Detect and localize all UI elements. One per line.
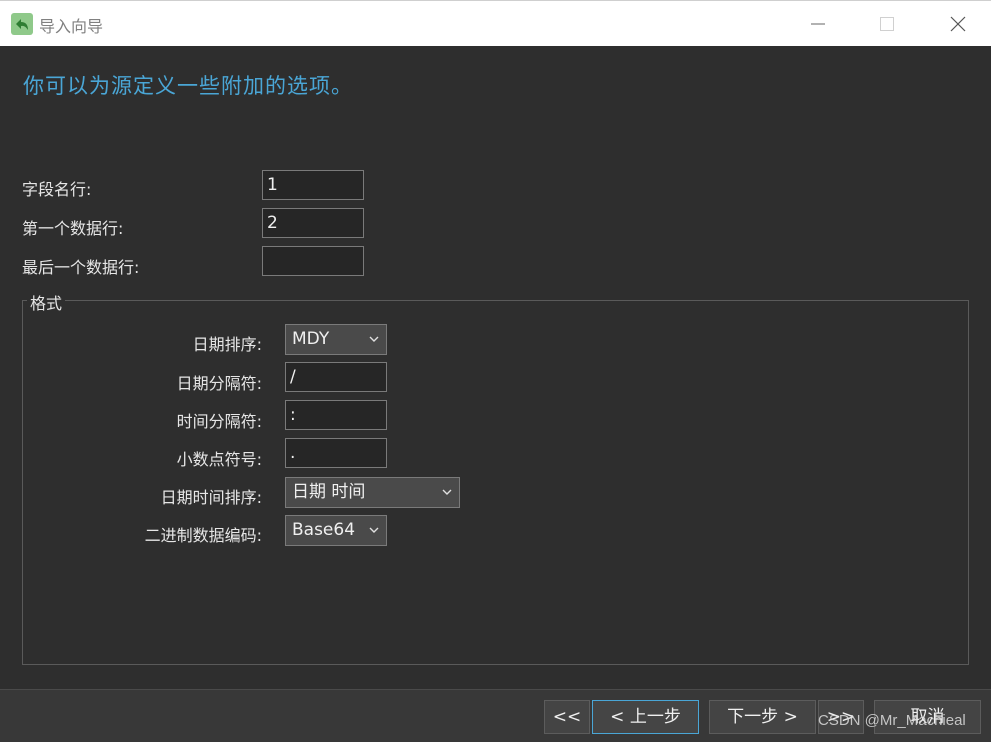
import-wizard-icon (11, 13, 33, 35)
maximize-button[interactable] (864, 1, 910, 47)
chevron-down-icon (369, 527, 379, 533)
format-group-title: 格式 (27, 290, 66, 314)
binary-encoding-label: 二进制数据编码: (144, 526, 262, 545)
date-separator-label: 日期分隔符: (176, 374, 262, 393)
minimize-button[interactable] (795, 1, 841, 47)
close-icon (950, 16, 966, 32)
back-button[interactable]: < 上一步 (592, 700, 699, 734)
binary-encoding-select[interactable]: Base64 (285, 515, 387, 546)
binary-encoding-value: Base64 (292, 520, 356, 540)
next-button[interactable]: 下一步 > (709, 700, 816, 734)
date-separator-input[interactable]: / (285, 362, 387, 392)
watermark-text: CSDN @Mr_Machieal (818, 712, 966, 729)
first-data-row-label: 第一个数据行: (22, 219, 124, 238)
close-button[interactable] (935, 1, 981, 47)
time-separator-input[interactable]: : (285, 400, 387, 430)
window-title: 导入向导 (39, 17, 104, 36)
last-data-row-input[interactable] (262, 246, 364, 276)
date-order-value: MDY (292, 329, 330, 349)
decimal-symbol-label: 小数点符号: (176, 450, 262, 469)
minimize-icon (811, 23, 825, 25)
field-name-row-input[interactable]: 1 (262, 170, 364, 200)
page-heading: 你可以为源定义一些附加的选项。 (23, 74, 353, 98)
time-separator-label: 时间分隔符: (176, 412, 262, 431)
title-bar: 导入向导 (0, 0, 991, 46)
first-page-button[interactable]: << (544, 700, 590, 734)
last-data-row-label: 最后一个数据行: (22, 258, 140, 277)
chevron-down-icon (369, 336, 379, 342)
datetime-order-label: 日期时间排序: (160, 488, 262, 507)
first-data-row-input[interactable]: 2 (262, 208, 364, 238)
date-order-label: 日期排序: (192, 335, 262, 354)
datetime-order-value: 日期 时间 (292, 482, 366, 502)
decimal-symbol-input[interactable]: . (285, 438, 387, 468)
date-order-select[interactable]: MDY (285, 324, 387, 355)
field-name-row-label: 字段名行: (22, 180, 92, 199)
chevron-down-icon (442, 489, 452, 495)
datetime-order-select[interactable]: 日期 时间 (285, 477, 460, 508)
maximize-icon (880, 17, 894, 31)
